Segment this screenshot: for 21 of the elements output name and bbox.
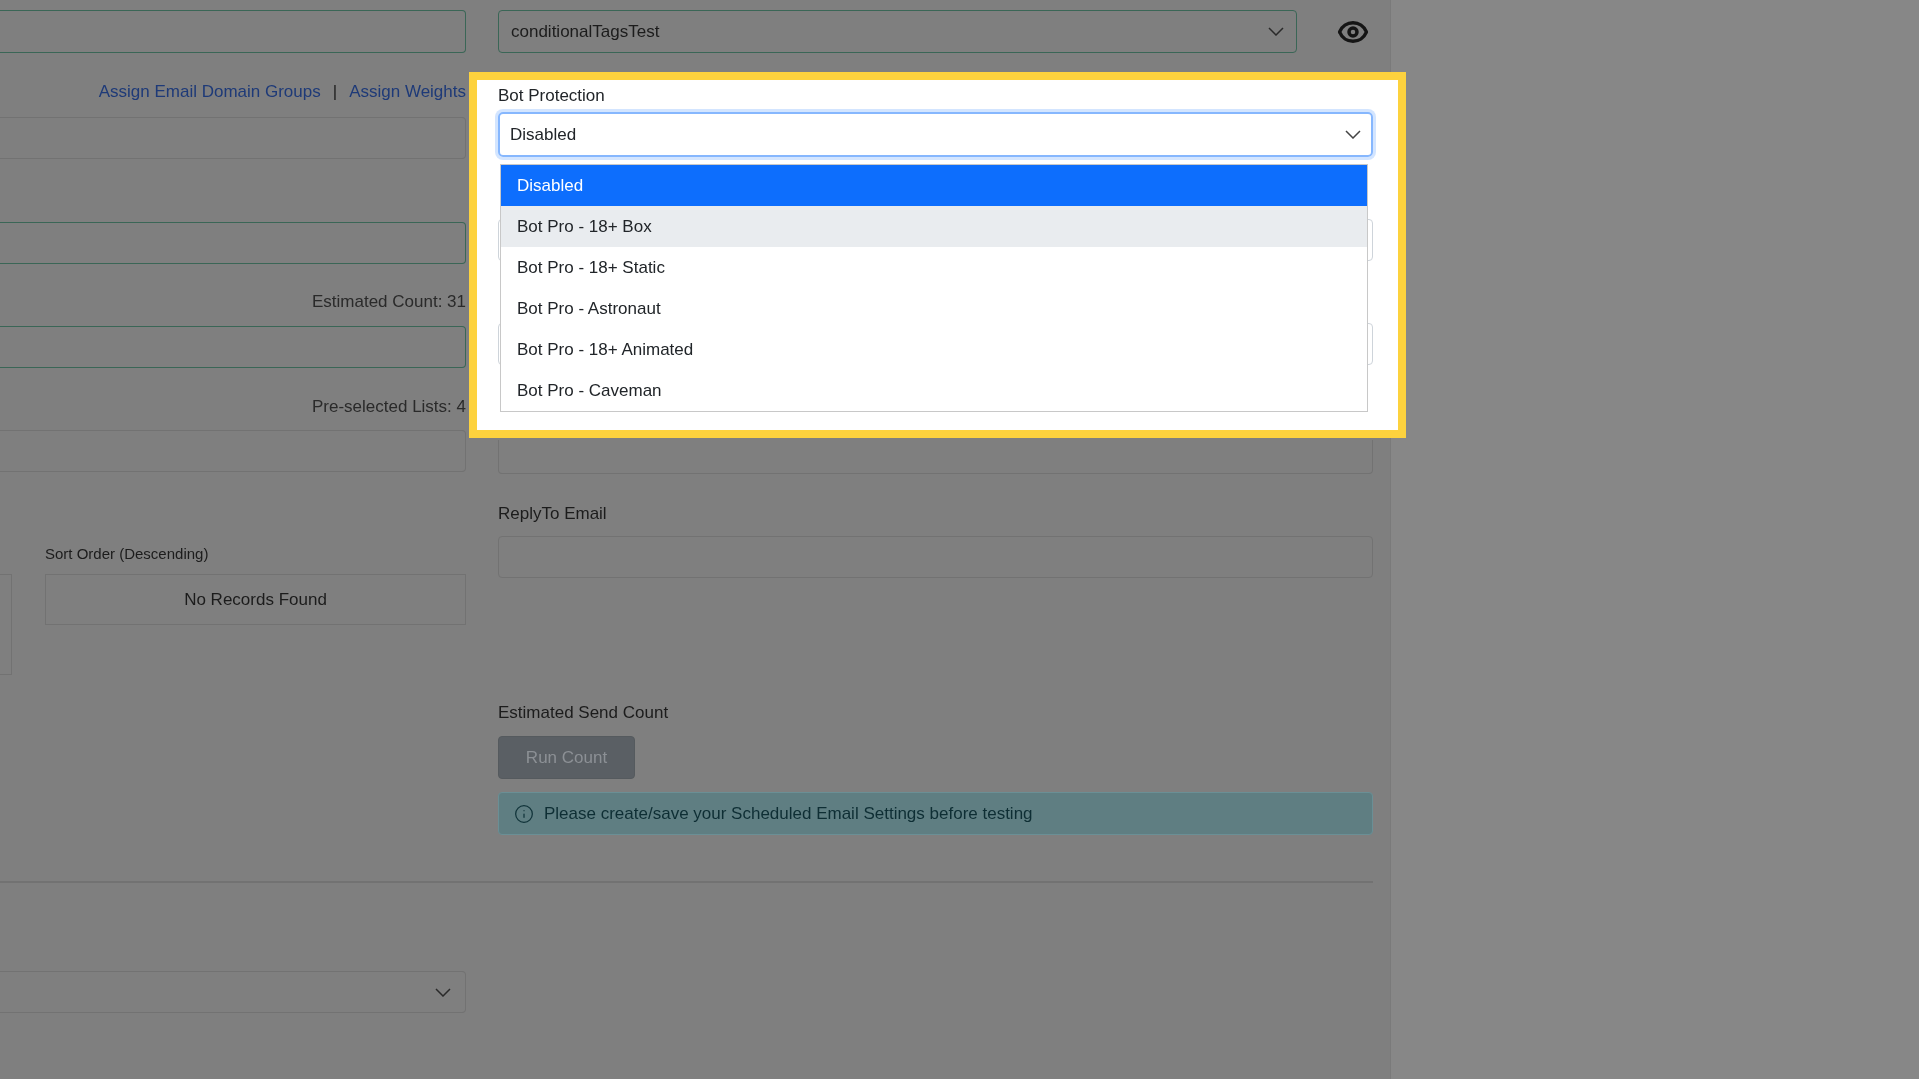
estimated-count-text: Estimated Count: 31 <box>311 291 466 309</box>
link-separator: | <box>332 81 338 104</box>
info-icon <box>514 803 534 824</box>
input-field[interactable] <box>0 222 466 264</box>
dropdown-option[interactable]: Disabled <box>501 165 1367 206</box>
input-field[interactable] <box>0 10 466 53</box>
no-records-text: No Records Found <box>184 588 327 611</box>
chevron-down-icon <box>435 987 451 997</box>
sort-order-label: Sort Order (Descending) <box>45 545 209 562</box>
preselected-lists-text: Pre-selected Lists: 4 <box>312 396 466 414</box>
chevron-down-icon <box>1345 130 1361 139</box>
template-select[interactable]: conditionalTagsTest <box>498 10 1297 53</box>
bot-protection-select[interactable]: Disabled <box>498 112 1373 157</box>
dropdown-option[interactable]: Bot Pro - 18+ Box <box>501 206 1367 247</box>
input-field[interactable] <box>0 326 466 368</box>
bot-protection-label: Bot Protection <box>498 86 605 105</box>
alert-text: Please create/save your Scheduled Email Settings before testing <box>544 802 1033 825</box>
select-field[interactable] <box>0 971 466 1013</box>
reply-to-label: ReplyTo Email <box>498 504 607 523</box>
chevron-down-icon <box>1268 27 1284 36</box>
estimated-send-count-label: Estimated Send Count <box>498 703 669 722</box>
